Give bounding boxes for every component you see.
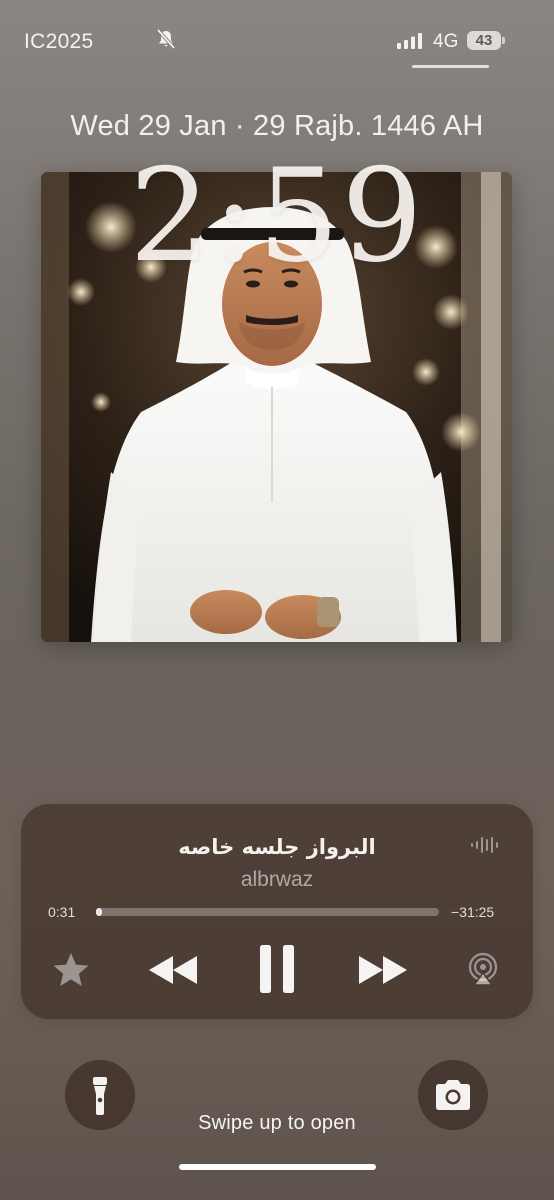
airplay-button[interactable] <box>465 952 501 988</box>
track-title[interactable]: البرواز جلسه خاصه <box>21 835 533 859</box>
carrier-name: IC2025 <box>24 30 94 53</box>
pause-icon <box>260 945 294 993</box>
lock-screen-date: Wed 29 Jan · 29 Rajb. 1446 AH <box>70 110 484 142</box>
network-type: 4G <box>433 31 459 52</box>
home-indicator[interactable] <box>179 1164 376 1170</box>
remaining-time: −31:25 <box>451 904 495 920</box>
favorite-star-button[interactable] <box>51 950 91 990</box>
swipe-up-hint: Swipe up to open <box>198 1112 356 1134</box>
artist-name[interactable]: albrwaz <box>21 868 533 892</box>
lock-screen-clock: 2:59 <box>129 142 425 291</box>
waveform-icon <box>471 836 501 854</box>
playback-progress <box>96 908 102 916</box>
now-playing-widget: البرواز جلسه خاصه albrwaz 0:31 −31:25 <box>21 804 533 1019</box>
fast-forward-button[interactable] <box>354 952 410 988</box>
star-icon <box>53 953 89 986</box>
cellular-signal-icon <box>397 33 423 49</box>
airplay-icon <box>468 952 498 986</box>
rewind-button[interactable] <box>146 952 202 988</box>
playback-scrubber[interactable] <box>96 908 439 916</box>
elapsed-time: 0:31 <box>48 904 76 920</box>
battery-icon: 43 <box>467 31 505 50</box>
mute-bell-icon <box>155 28 177 50</box>
control-center-indicator[interactable] <box>412 65 489 68</box>
pause-button[interactable] <box>257 943 297 995</box>
fast-forward-icon <box>359 956 407 984</box>
rewind-icon <box>149 956 197 984</box>
battery-level: 43 <box>475 32 493 49</box>
